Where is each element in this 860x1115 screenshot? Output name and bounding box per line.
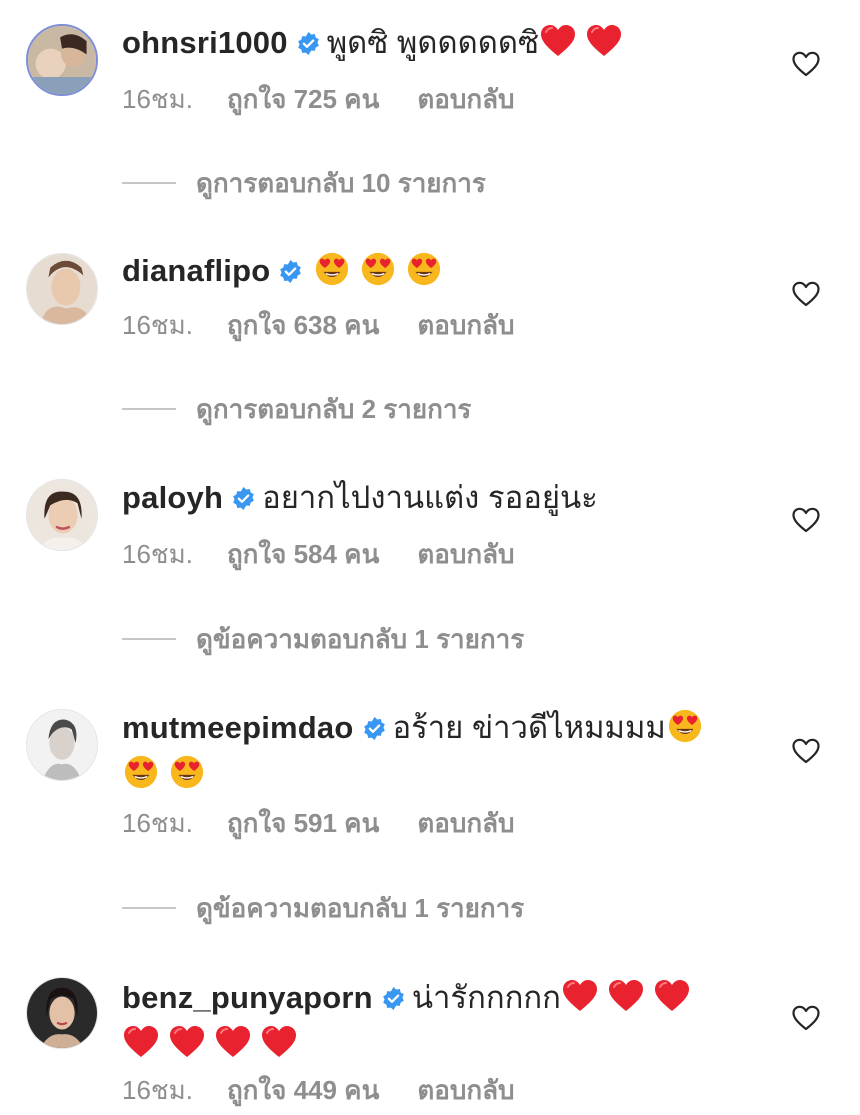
comment-likes[interactable]: ถูกใจ 591 คน <box>227 806 379 840</box>
heart-eyes-emoji <box>405 251 443 287</box>
comment-likes[interactable]: ถูกใจ 584 คน <box>227 537 379 571</box>
view-replies-label: ดูการตอบกลับ 2 รายการ <box>196 394 472 424</box>
comment-meta: 16ชม. ถูกใจ 638 คน ตอบกลับ <box>122 308 515 342</box>
emoji-group <box>122 754 206 790</box>
verified-badge-icon <box>381 986 406 1011</box>
replies-divider <box>122 907 176 909</box>
heart-outline-icon <box>792 738 820 764</box>
comment-meta: 16ชม. ถูกใจ 591 คน ตอบกลับ <box>122 806 515 840</box>
replies-divider <box>122 182 176 184</box>
view-replies-button[interactable]: ดูข้อความตอบกลับ 1 รายการ <box>122 891 524 925</box>
red-heart-emoji <box>653 978 691 1014</box>
reply-button[interactable]: ตอบกลับ <box>417 806 514 840</box>
heart-outline-icon <box>792 51 820 77</box>
view-replies-label: ดูข้อความตอบกลับ 1 รายการ <box>196 624 525 654</box>
comment-username[interactable]: dianaflipo <box>122 253 270 288</box>
comment-likes[interactable]: ถูกใจ 638 คน <box>227 308 379 342</box>
comment-meta: 16ชม. ถูกใจ 725 คน ตอบกลับ <box>122 82 515 116</box>
comment-text: mutmeepimdao อร้าย ข่าวดีไหมมมม <box>122 705 774 751</box>
emoji-group <box>539 23 623 59</box>
comment-meta: 16ชม. ถูกใจ 584 คน ตอบกลับ <box>122 537 515 571</box>
replies-divider <box>122 408 176 410</box>
like-button[interactable] <box>792 51 820 77</box>
red-heart-emoji <box>561 978 599 1014</box>
comment-text: paloyh อยากไปงานแต่ง รออยู่นะ <box>122 475 774 521</box>
comment-text: dianaflipo <box>122 248 774 294</box>
comment-username[interactable]: paloyh <box>122 480 223 515</box>
comment-body: พูดซิ พูดดดดดซิ <box>326 25 540 60</box>
heart-eyes-emoji <box>313 251 351 287</box>
like-button[interactable] <box>792 738 820 764</box>
avatar[interactable] <box>26 977 98 1049</box>
comment-username[interactable]: ohnsri1000 <box>122 25 288 60</box>
view-replies-button[interactable]: ดูการตอบกลับ 10 รายการ <box>122 166 486 200</box>
comment-text-wrap <box>122 751 774 797</box>
comment-username[interactable]: benz_punyaporn <box>122 980 373 1015</box>
comment-time: 16ชม. <box>122 84 193 114</box>
reply-button[interactable]: ตอบกลับ <box>417 1073 514 1107</box>
avatar[interactable] <box>26 24 98 96</box>
comment-text-wrap <box>122 1021 774 1067</box>
reply-button[interactable]: ตอบกลับ <box>417 308 514 342</box>
red-heart-emoji <box>260 1024 298 1060</box>
view-replies-button[interactable]: ดูข้อความตอบกลับ 1 รายการ <box>122 622 524 656</box>
emoji-group <box>313 251 443 287</box>
verified-badge-icon <box>231 486 256 511</box>
heart-eyes-emoji <box>122 754 160 790</box>
red-heart-emoji <box>122 1024 160 1060</box>
heart-eyes-emoji <box>168 754 206 790</box>
heart-eyes-emoji <box>359 251 397 287</box>
heart-outline-icon <box>792 1005 820 1031</box>
reply-button[interactable]: ตอบกลับ <box>417 537 514 571</box>
comment-likes[interactable]: ถูกใจ 725 คน <box>227 82 379 116</box>
red-heart-emoji <box>168 1024 206 1060</box>
like-button[interactable] <box>792 1005 820 1031</box>
comment-time: 16ชม. <box>122 808 193 838</box>
red-heart-emoji <box>607 978 645 1014</box>
view-replies-label: ดูข้อความตอบกลับ 1 รายการ <box>196 893 525 923</box>
verified-badge-icon <box>362 716 387 741</box>
avatar[interactable] <box>26 253 98 325</box>
comment-time: 16ชม. <box>122 539 193 569</box>
comment-time: 16ชม. <box>122 1075 193 1105</box>
red-heart-emoji <box>539 23 577 59</box>
emoji-group <box>122 1024 298 1060</box>
comment-body: อร้าย ข่าวดีไหมมมม <box>392 710 666 745</box>
replies-divider <box>122 638 176 640</box>
heart-outline-icon <box>792 281 820 307</box>
like-button[interactable] <box>792 507 820 533</box>
red-heart-emoji <box>214 1024 252 1060</box>
verified-badge-icon <box>296 31 321 56</box>
comment-text: benz_punyaporn น่ารักกกกก <box>122 975 774 1021</box>
heart-outline-icon <box>792 507 820 533</box>
comment-username[interactable]: mutmeepimdao <box>122 710 354 745</box>
reply-button[interactable]: ตอบกลับ <box>417 82 514 116</box>
view-replies-button[interactable]: ดูการตอบกลับ 2 รายการ <box>122 392 471 426</box>
comment-time: 16ชม. <box>122 310 193 340</box>
red-heart-emoji <box>585 23 623 59</box>
comment-meta: 16ชม. ถูกใจ 449 คน ตอบกลับ <box>122 1073 515 1107</box>
heart-eyes-emoji <box>666 708 704 744</box>
comment-body: น่ารักกกกก <box>411 980 561 1015</box>
emoji-group <box>666 708 704 744</box>
emoji-group <box>561 978 691 1014</box>
comment-likes[interactable]: ถูกใจ 449 คน <box>227 1073 379 1107</box>
comments-list: ohnsri1000 พูดซิ พูดดดดดซิ 16ชม. ถูกใจ 725… <box>0 0 860 1115</box>
verified-badge-icon <box>278 259 303 284</box>
avatar[interactable] <box>26 709 98 781</box>
view-replies-label: ดูการตอบกลับ 10 รายการ <box>196 168 486 198</box>
avatar[interactable] <box>26 479 98 551</box>
comment-text: ohnsri1000 พูดซิ พูดดดดดซิ <box>122 20 774 66</box>
like-button[interactable] <box>792 281 820 307</box>
comment-body: อยากไปงานแต่ง รออยู่นะ <box>262 480 598 515</box>
